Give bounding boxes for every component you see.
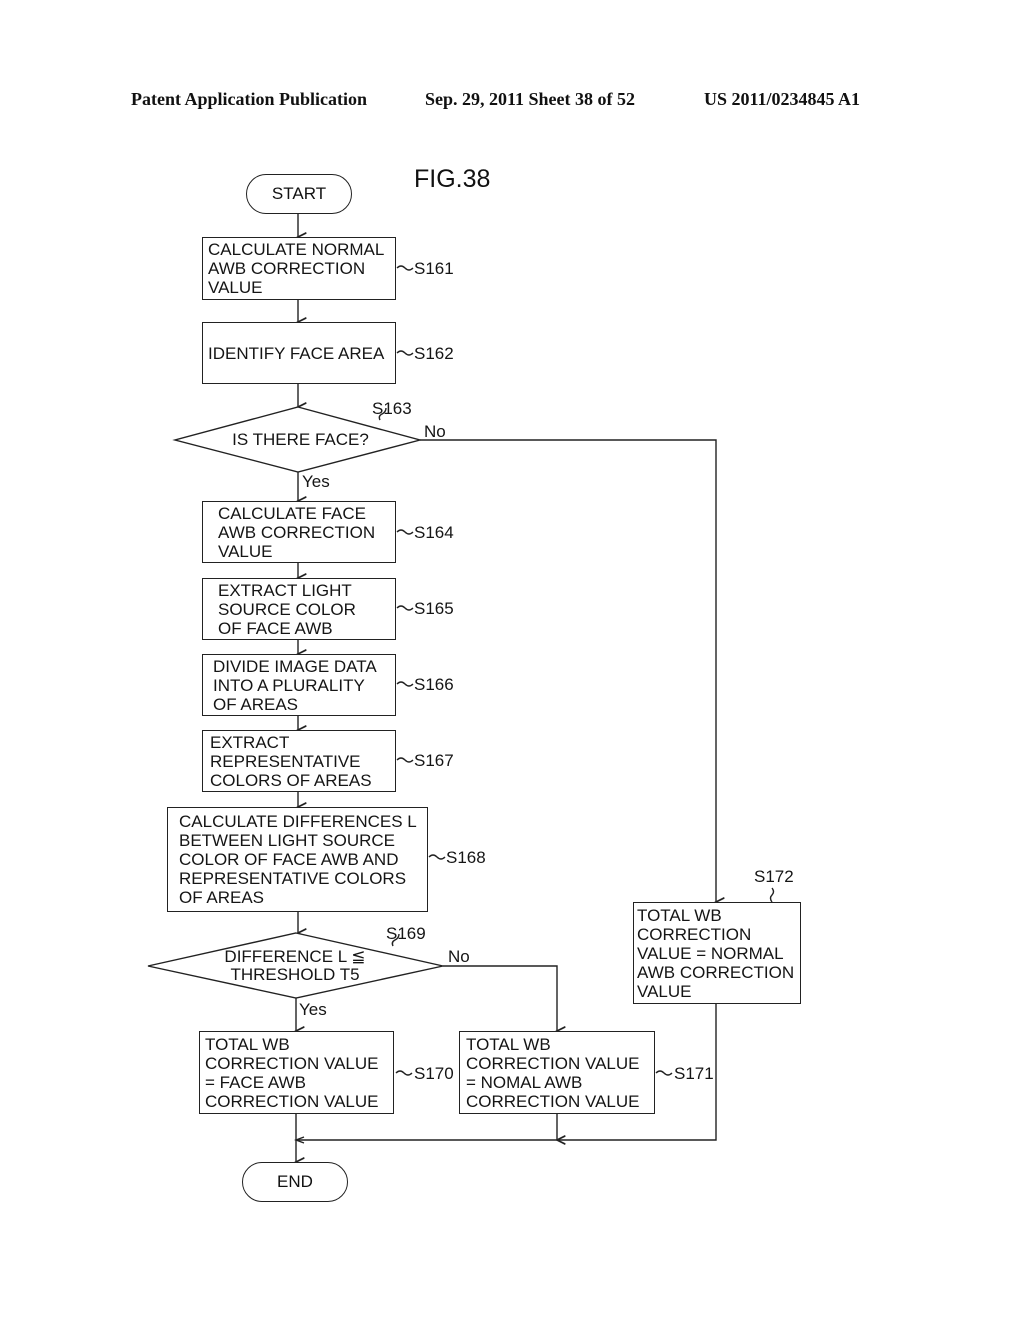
- step-text-s162: IDENTIFY FACE AREA: [208, 344, 385, 363]
- step-id-s166: S166: [414, 675, 454, 694]
- step-text-s165: EXTRACT LIGHT SOURCE COLOR OF FACE AWB: [218, 581, 356, 638]
- step-text-s164: CALCULATE FACE AWB CORRECTION VALUE: [218, 504, 376, 561]
- step-id-s165: S165: [414, 599, 454, 618]
- flowchart-connectors: [147, 214, 775, 1320]
- step-text-s167: EXTRACT REPRESENTATIVE COLORS OF AREAS: [210, 733, 372, 790]
- start-terminal: START: [246, 174, 352, 214]
- step-id-s172: S172: [754, 867, 794, 886]
- end-terminal: END: [242, 1162, 348, 1202]
- step-id-s164: S164: [414, 523, 454, 542]
- decision-text-s163: IS THERE FACE?: [232, 430, 369, 449]
- step-id-s163: S163: [372, 399, 412, 418]
- s169-yes-label: Yes: [299, 1000, 327, 1019]
- step-id-s168: S168: [446, 848, 486, 867]
- step-text-s161: CALCULATE NORMAL AWB CORRECTION VALUE: [208, 240, 385, 297]
- step-text-s166: DIVIDE IMAGE DATA INTO A PLURALITY OF AR…: [213, 657, 377, 714]
- s163-no-label: No: [424, 422, 446, 441]
- step-id-s171: S171: [674, 1064, 714, 1083]
- arrow-s169-no-s171: [443, 965, 557, 1031]
- figure-title: FIG.38: [414, 165, 491, 193]
- step-text-s172: TOTAL WB CORRECTION VALUE = NORMAL AWB C…: [637, 906, 795, 1001]
- s169-no-label: No: [448, 947, 470, 966]
- s163-yes-label: Yes: [302, 472, 330, 491]
- step-text-s168: CALCULATE DIFFERENCES L BETWEEN LIGHT SO…: [179, 812, 417, 907]
- step-id-s169: S169: [386, 924, 426, 943]
- arrow-s163-no-s172: [420, 439, 716, 902]
- decision-text-s169: DIFFERENCE L ≦ THRESHOLD T5: [224, 947, 366, 984]
- step-id-s167: S167: [414, 751, 454, 770]
- step-text-s170: TOTAL WB CORRECTION VALUE = FACE AWB COR…: [205, 1035, 379, 1111]
- step-id-s170: S170: [414, 1064, 454, 1083]
- step-text-s171: TOTAL WB CORRECTION VALUE = NOMAL AWB CO…: [466, 1035, 640, 1111]
- step-id-s161: S161: [414, 259, 454, 278]
- step-id-s162: S162: [414, 344, 454, 363]
